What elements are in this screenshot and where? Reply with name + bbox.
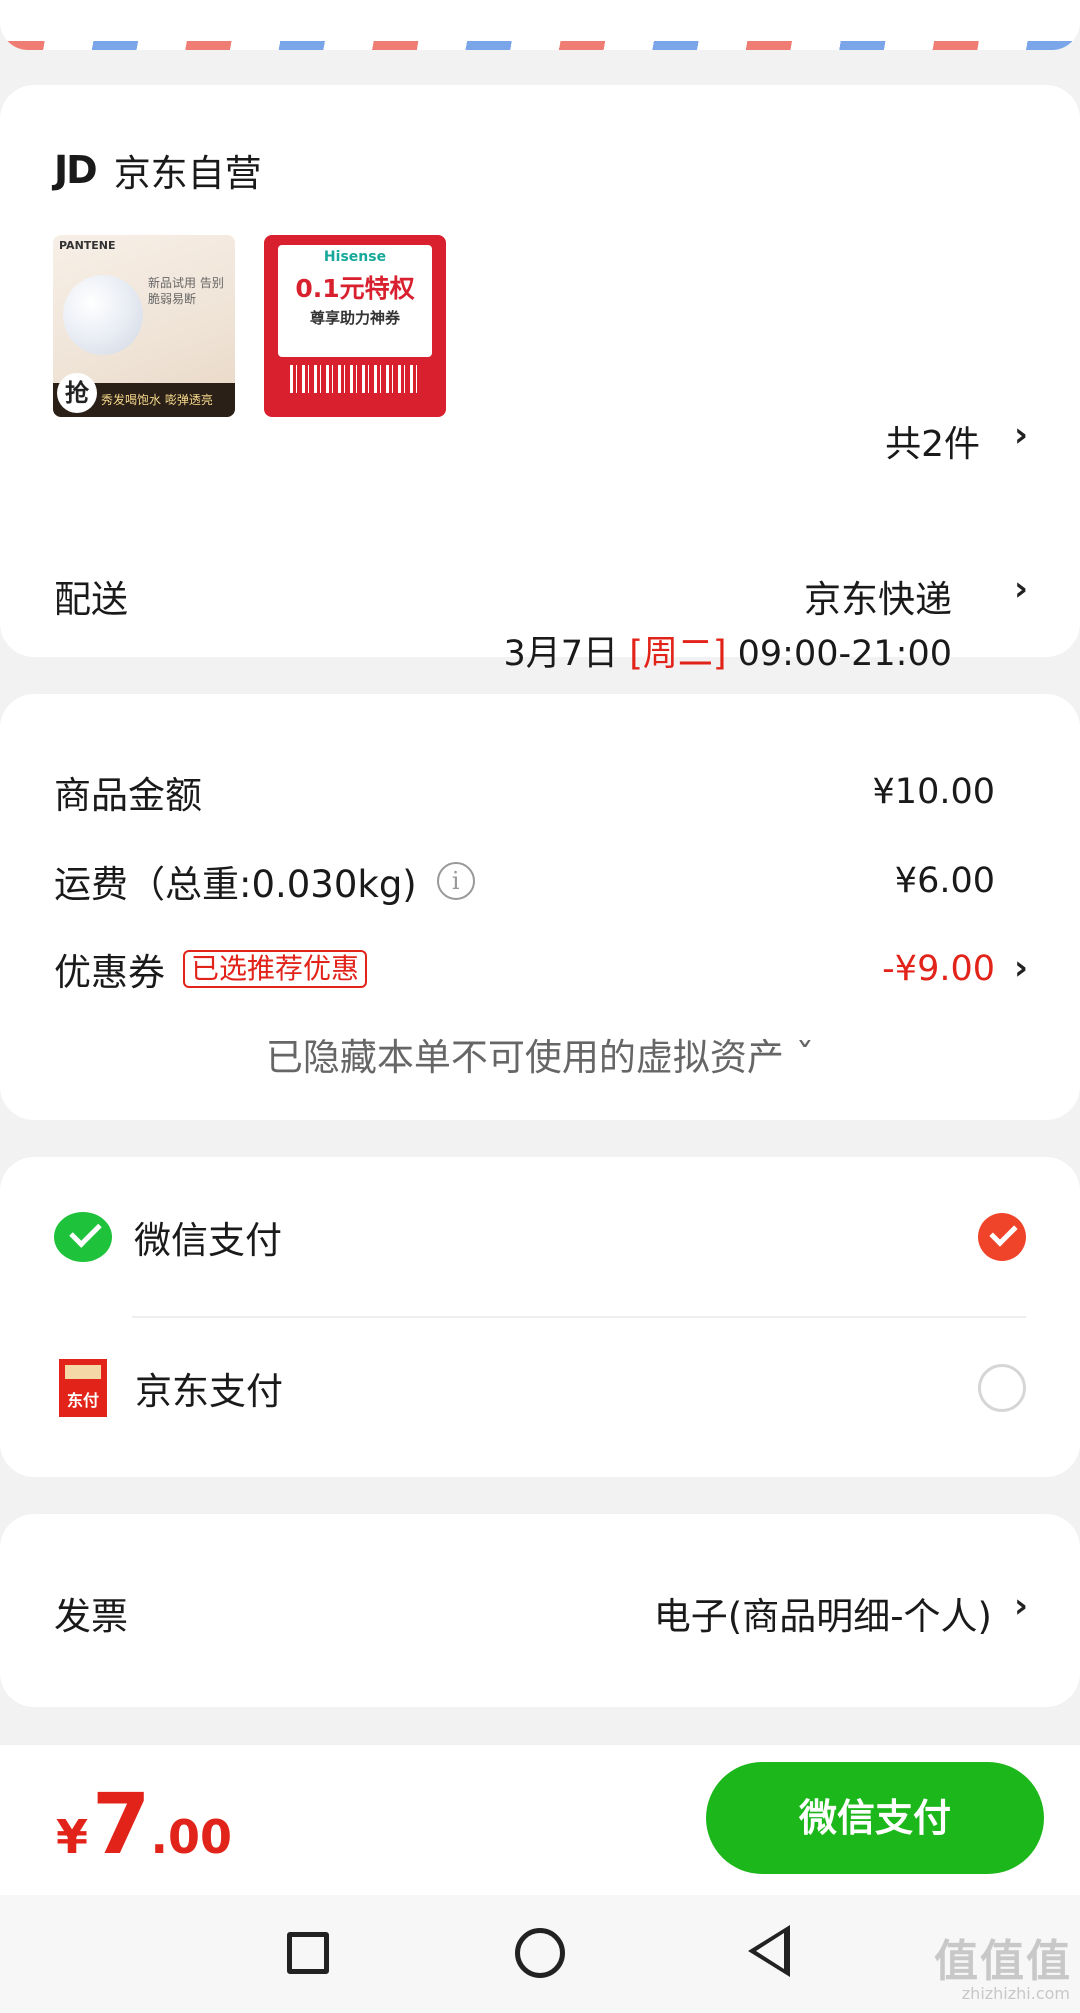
shipping-value: ¥6.00	[894, 861, 995, 901]
delivery-date: 3月7日	[503, 634, 619, 674]
coupon-value: -¥9.00	[882, 949, 995, 989]
delivery-window: 09:00-21:00	[737, 634, 952, 674]
divider	[132, 1316, 1026, 1318]
product-thumbnail-pantene[interactable]: PANTENE 新品试用 告别脆弱易断 秀发喝饱水 嘭弹透亮 抢	[53, 235, 235, 417]
chevron-right-icon[interactable]: ›	[1014, 415, 1028, 455]
checkout-bar: ¥ 7 .00 微信支付	[0, 1745, 1080, 1895]
chevron-right-icon[interactable]: ›	[1014, 1586, 1028, 1626]
total-currency: ¥	[56, 1810, 89, 1864]
item-count[interactable]: 共2件	[885, 415, 980, 467]
total-decimal: .00	[150, 1810, 232, 1864]
shop-card: JD 京东自营 PANTENE 新品试用 告别脆弱易断 秀发喝饱水 嘭弹透亮 抢…	[0, 85, 1080, 674]
product-image-bubble	[63, 275, 143, 355]
total-integer: 7	[92, 1775, 151, 1873]
watermark-url: zhizhizhi.com	[961, 1984, 1070, 2003]
wechat-pay-icon	[54, 1212, 112, 1262]
payment-option-jdpay[interactable]: 东付 京东支付	[54, 1353, 1026, 1423]
coupon-label: 优惠券	[54, 951, 165, 994]
grab-badge: 抢	[57, 373, 97, 413]
goods-amount-value: ¥10.00	[872, 772, 995, 812]
coupon-card: Hisense 0.1元特权 尊享助力神券	[278, 245, 432, 357]
back-icon[interactable]	[748, 1925, 790, 1977]
coupon-tag: 已选推荐优惠	[183, 950, 368, 988]
goods-amount-row: 商品金额 ¥10.00	[54, 767, 1080, 817]
delivery-method[interactable]: 京东快递	[804, 569, 952, 623]
thumb-brand: PANTENE	[59, 239, 116, 252]
wechat-pay-label: 微信支付	[134, 1219, 282, 1262]
radio-selected[interactable]	[978, 1213, 1026, 1261]
chevron-right-icon[interactable]: ›	[1014, 948, 1028, 988]
airmail-stripes	[0, 41, 1080, 50]
wechat-pay-button[interactable]: 微信支付	[706, 1762, 1044, 1874]
thumb-text: 新品试用 告别脆弱易断	[148, 276, 224, 306]
payment-method-card: 微信支付 东付 京东支付	[0, 1157, 1080, 1477]
thumb-subline: 尊享助力神券	[309, 309, 400, 327]
shop-header: JD 京东自营	[54, 143, 262, 197]
radio-unselected[interactable]	[978, 1364, 1026, 1412]
hidden-assets-toggle[interactable]: 已隐藏本单不可使用的虚拟资产 ˇ	[0, 1027, 1080, 1081]
jd-logo-icon: JD	[54, 148, 98, 192]
thumb-headline: 0.1元特权	[295, 274, 415, 303]
shipping-label: 运费（总重:0.030kg)	[54, 863, 417, 906]
info-icon[interactable]: i	[436, 862, 475, 900]
jd-pay-icon: 东付	[59, 1359, 107, 1417]
watermark-logo: 值值值	[934, 1936, 1072, 1987]
delivery-label: 配送	[54, 578, 128, 621]
invoice-value[interactable]: 电子(商品明细-个人)	[654, 1586, 992, 1640]
thumb-brand: Hisense	[323, 249, 387, 265]
goods-amount-label: 商品金额	[54, 774, 202, 817]
invoice-label: 发票	[54, 1595, 128, 1638]
shop-name: 京东自营	[113, 152, 262, 195]
home-icon[interactable]	[515, 1928, 565, 1978]
chevron-right-icon[interactable]: ›	[1014, 569, 1028, 609]
delivery-weekday: [周二]	[629, 634, 727, 674]
system-nav-bar	[0, 1895, 1080, 2013]
recent-apps-icon[interactable]	[287, 1932, 329, 1974]
jd-pay-label: 京东支付	[135, 1370, 283, 1413]
coupon-row[interactable]: 优惠券 已选推荐优惠 -¥9.00	[54, 944, 1080, 994]
invoice-card[interactable]: 发票 电子(商品明细-个人) ›	[0, 1514, 1080, 1707]
order-total: ¥ 7 .00	[56, 1775, 232, 1873]
product-thumbnail-hisense[interactable]: Hisense 0.1元特权 尊享助力神券	[264, 235, 446, 417]
shipping-row: 运费（总重:0.030kg) i ¥6.00	[54, 856, 1080, 906]
barcode-graphic	[290, 365, 420, 393]
payment-option-wechat[interactable]: 微信支付	[54, 1202, 1026, 1272]
delivery-time[interactable]: 3月7日 [周二] 09:00-21:00	[504, 625, 953, 676]
airmail-header-strip	[0, 0, 1080, 50]
